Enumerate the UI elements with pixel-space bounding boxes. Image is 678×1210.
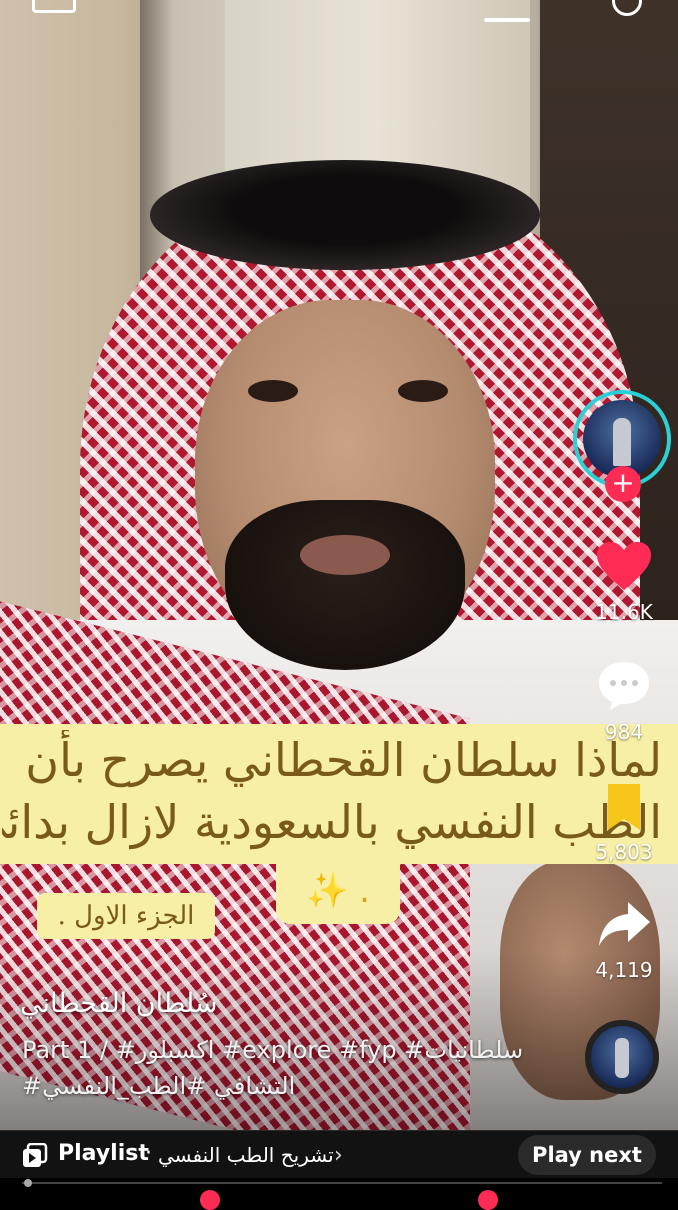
right-eye <box>398 380 448 402</box>
overlay-title-line1: لماذا سلطان القحطاني يصرح بأن <box>25 733 662 787</box>
music-disc[interactable] <box>585 1020 659 1094</box>
avatar-person <box>613 418 631 466</box>
chevron-right-icon[interactable]: › <box>334 1143 343 1168</box>
beard <box>225 500 465 670</box>
share-button[interactable]: 4,119 <box>584 898 664 982</box>
playlist-label: Playlist <box>58 1141 149 1166</box>
seek-handle[interactable] <box>24 1179 32 1187</box>
play-next-button[interactable]: Play next <box>518 1135 656 1175</box>
comment-bubble-icon <box>584 658 664 712</box>
creator-username[interactable]: سُلطان القحطاني <box>20 988 218 1019</box>
like-count: 11.6K <box>595 600 653 624</box>
mouth <box>300 535 390 575</box>
share-arrow-icon <box>584 898 664 950</box>
nav-badge-1 <box>200 1190 220 1210</box>
caption-hashtags-2[interactable]: #التشافي #الطب_النفسي <box>22 1072 295 1100</box>
tab-indicator <box>484 18 530 22</box>
playlist-separator: · <box>145 1141 152 1166</box>
black-igal <box>150 160 540 270</box>
comment-button[interactable]: 984 <box>584 658 664 744</box>
inbox-icon[interactable] <box>32 0 76 13</box>
save-count: 5,803 <box>595 840 653 864</box>
share-count: 4,119 <box>595 958 653 982</box>
follow-button[interactable]: + <box>605 466 641 502</box>
disc-image <box>615 1038 629 1078</box>
playlist-bar[interactable]: Playlist · تشريح الطب النفسي › Play next <box>0 1130 678 1179</box>
caption-hashtags[interactable]: Part 1 / #اكسبلور #explore #fyp #سلطانيا… <box>22 1036 523 1064</box>
overlay-title-line2: الطب النفسي بالسعودية لازال بدائي <box>2 795 662 849</box>
playlist-name: تشريح الطب النفسي <box>158 1143 334 1167</box>
nav-badge-2 <box>478 1190 498 1210</box>
seek-bar[interactable] <box>22 1182 662 1184</box>
heart-icon <box>584 540 664 592</box>
bookmark-icon <box>584 782 664 832</box>
sparkle-emoji: ✨ . <box>276 864 400 924</box>
comment-count: 984 <box>604 720 644 744</box>
save-button[interactable]: 5,803 <box>584 782 664 864</box>
playlist-icon <box>22 1142 48 1169</box>
part-badge: الجزء الاول . <box>37 893 215 939</box>
video-player[interactable] <box>0 0 678 1130</box>
like-button[interactable]: 11.6K <box>584 540 664 624</box>
left-eye <box>248 380 298 402</box>
